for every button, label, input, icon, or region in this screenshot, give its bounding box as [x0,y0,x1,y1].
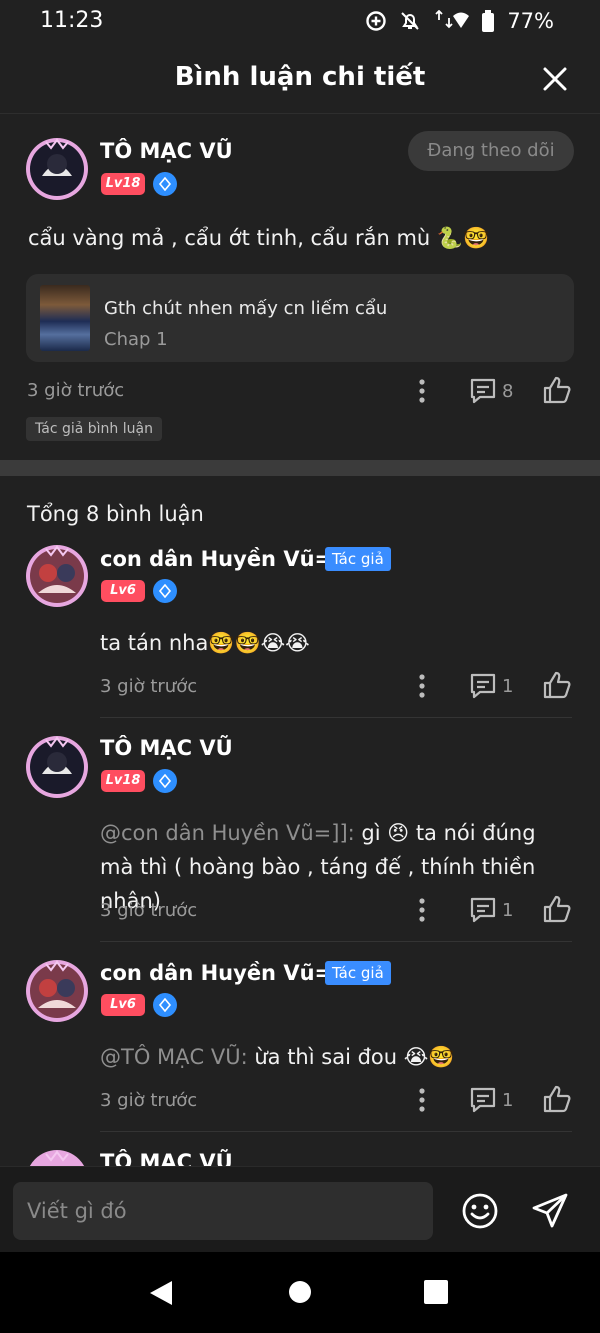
author-comment-tag: Tác giả bình luận [26,417,162,441]
section-divider [0,460,600,476]
reply-count: 8 [502,381,514,402]
reply-icon[interactable] [469,1086,497,1114]
diamond-icon [153,993,177,1017]
avatar[interactable] [24,958,90,1024]
more-icon[interactable] [414,378,430,404]
username[interactable]: con dân Huyền Vũ=]] [100,547,351,571]
comment-separator [100,717,572,718]
comment-time: 3 giờ trước [27,380,125,401]
notifications-off-icon [401,12,420,30]
mention[interactable]: @con dân Huyền Vũ=]]: [100,821,355,845]
chapter-title: Gth chút nhen mấy cn liếm cẩu [104,298,388,319]
back-icon[interactable] [148,1279,174,1307]
system-nav-bar [0,1252,600,1333]
chapter-number: Chap 1 [104,329,168,350]
level-badge: Lv18 [101,173,145,195]
avatar[interactable] [24,1148,90,1166]
battery-percent: 77% [507,9,554,33]
reply-icon[interactable] [469,896,497,924]
comment-time: 3 giờ trước [100,676,198,697]
diamond-icon [153,579,177,603]
comment-separator [100,941,572,942]
reply-count: 1 [502,1090,514,1111]
reply-icon[interactable] [469,377,497,405]
wifi-icon [435,10,470,29]
like-icon[interactable] [542,1084,572,1114]
home-icon[interactable] [289,1281,311,1303]
level-badge: Lv6 [101,580,145,602]
comment-text: @TÔ MẠC VŨ: ừa thì sai đou 😭🤓 [100,1045,455,1069]
comment-text: ta tán nha🤓🤓😭😭 [100,631,310,655]
total-comments: Tổng 8 bình luận [27,502,204,526]
chapter-card[interactable]: Gth chút nhen mấy cn liếm cẩu Chap 1 [26,274,574,362]
follow-button[interactable]: Đang theo dõi [408,131,574,171]
recent-apps-icon[interactable] [424,1280,448,1304]
avatar[interactable] [24,734,90,800]
reply-icon[interactable] [469,672,497,700]
author-tag: Tác giả [325,961,391,985]
comment-time: 3 giờ trước [100,1090,198,1111]
comment-text: cẩu vàng mả , cẩu ớt tinh, cẩu rắn mù 🐍🤓 [28,226,490,250]
avatar[interactable] [24,136,90,202]
username[interactable]: TÔ MẠC VŨ [100,1150,233,1166]
like-icon[interactable] [542,375,572,405]
like-icon[interactable] [542,670,572,700]
emoji-icon[interactable] [460,1191,500,1231]
comment-time: 3 giờ trước [100,900,198,921]
reply-count: 1 [502,900,514,921]
chapter-thumbnail [40,285,90,351]
page-title: Bình luận chi tiết [174,62,426,92]
more-icon[interactable] [414,673,430,699]
comment-input-bar [0,1166,600,1252]
comment-separator [100,1131,572,1132]
next-comment-peek: TÔ MẠC VŨ [0,1140,600,1166]
diamond-icon [153,172,177,196]
level-badge: Lv6 [101,994,145,1016]
username[interactable]: TÔ MẠC VŨ [100,139,233,163]
data-saver-icon [366,11,387,31]
mention[interactable]: @TÔ MẠC VŨ: [100,1045,248,1069]
author-tag: Tác giả [325,547,391,571]
comment-input[interactable] [13,1182,433,1240]
username[interactable]: TÔ MẠC VŨ [100,736,233,760]
avatar[interactable] [24,543,90,609]
status-icons: 77% [365,9,554,33]
status-bar: 11:23 77% [0,0,600,46]
more-icon[interactable] [414,1087,430,1113]
close-icon[interactable] [540,64,570,94]
like-icon[interactable] [542,894,572,924]
diamond-icon [153,769,177,793]
status-time: 11:23 [40,8,104,33]
reply-count: 1 [502,676,514,697]
battery-icon [482,10,495,32]
header: Bình luận chi tiết [0,48,600,114]
username[interactable]: con dân Huyền Vũ=]] [100,961,351,985]
more-icon[interactable] [414,897,430,923]
send-icon[interactable] [530,1191,570,1231]
level-badge: Lv18 [101,770,145,792]
